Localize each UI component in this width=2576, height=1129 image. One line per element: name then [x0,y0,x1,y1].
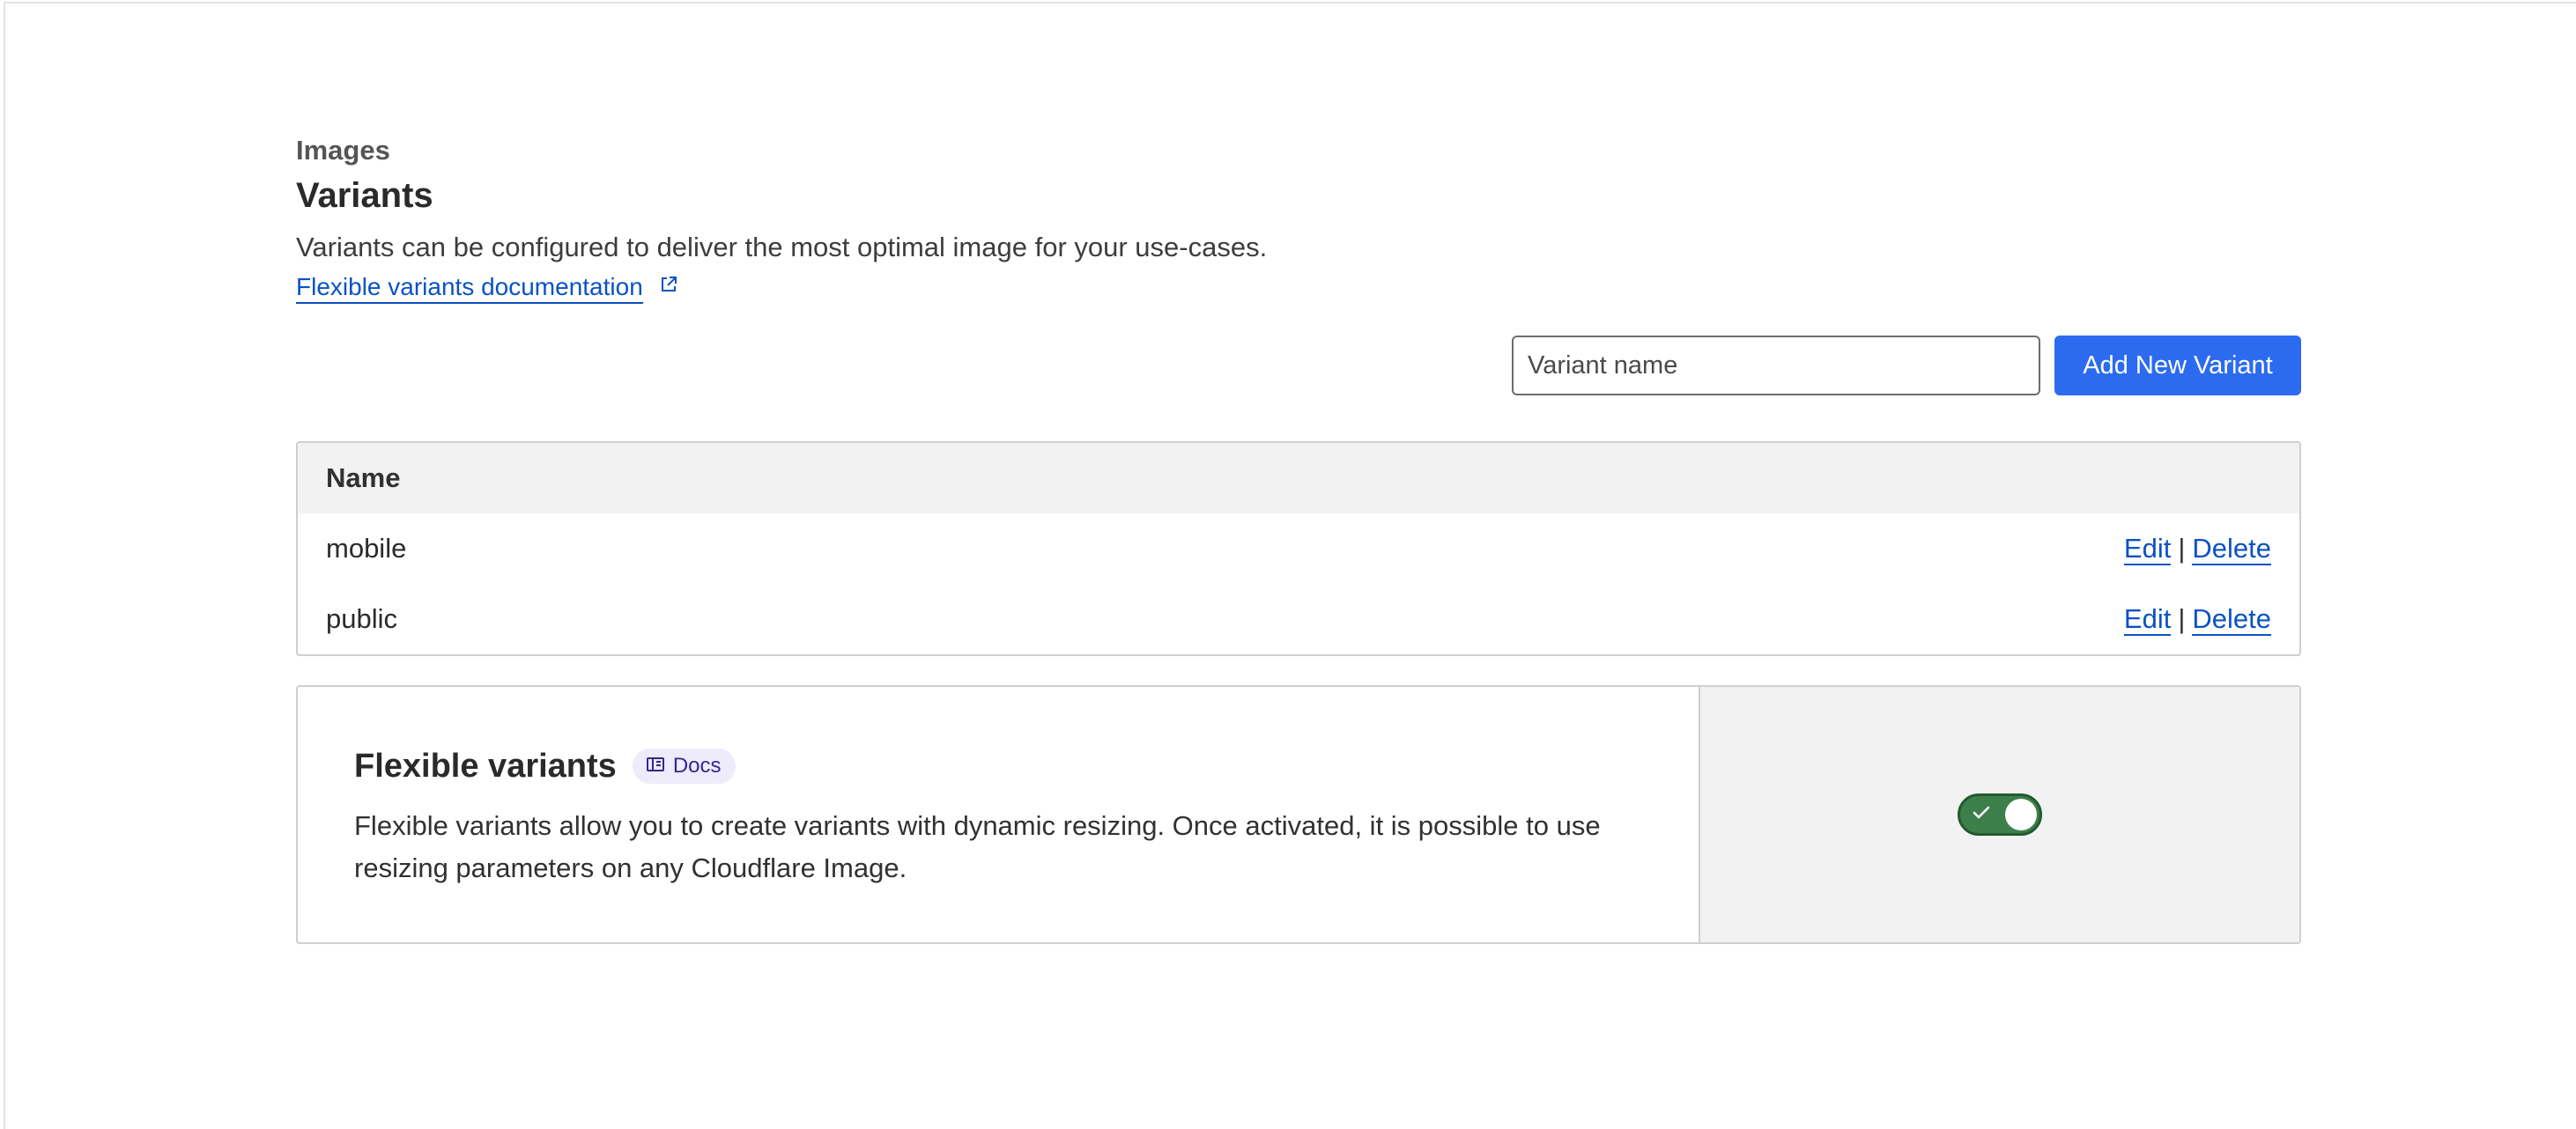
breadcrumb[interactable]: Images [296,132,2301,169]
docs-link-row: Flexible variants documentation [296,268,2301,306]
external-link-icon [659,267,678,306]
table-header-name: Name [298,443,2299,513]
check-icon [1973,806,1990,824]
docs-badge-label: Docs [672,754,722,778]
flexible-variants-title: Flexible variants [354,747,617,785]
edit-link[interactable]: Edit [2123,533,2172,565]
flexible-variants-title-row: Flexible variants Docs [354,742,1699,791]
table-row: mobile Edit | Delete [298,513,2299,584]
variant-name-input[interactable] [1512,336,2040,395]
page-title: Variants [296,176,433,215]
action-separator: | [2178,533,2186,564]
row-actions: Edit | Delete [2123,603,2271,636]
add-new-variant-button[interactable]: Add New Variant [2054,336,2301,395]
delete-link[interactable]: Delete [2192,533,2271,565]
flexible-variants-toggle[interactable] [1958,793,2042,836]
variant-name: mobile [326,533,407,564]
toggle-knob [2005,799,2037,830]
main-content: Images Variants Variants can be configur… [296,132,2301,944]
variants-table: Name mobile Edit | Delete public Edit | Dele… [296,441,2301,656]
variant-toolbar: Add New Variant [1512,336,2301,395]
page-description: Variants can be configured to deliver th… [296,232,1268,262]
table-row: public Edit | Delete [298,584,2299,654]
flexible-variants-card: Flexible variants Docs Flexible variants… [296,685,2301,944]
delete-link[interactable]: Delete [2192,603,2271,636]
row-actions: Edit | Delete [2123,533,2271,565]
flexible-variants-docs-link[interactable]: Flexible variants documentation [296,273,643,304]
flexible-variants-toggle-panel [1700,687,2299,942]
flexible-variants-description: Flexible variants allow you to create va… [354,810,1601,883]
variant-name: public [326,603,397,634]
book-icon [646,754,664,778]
flexible-variants-info: Flexible variants Docs Flexible variants… [298,687,1700,942]
action-separator: | [2178,603,2186,634]
docs-badge[interactable]: Docs [632,749,736,784]
edit-link[interactable]: Edit [2123,603,2172,636]
